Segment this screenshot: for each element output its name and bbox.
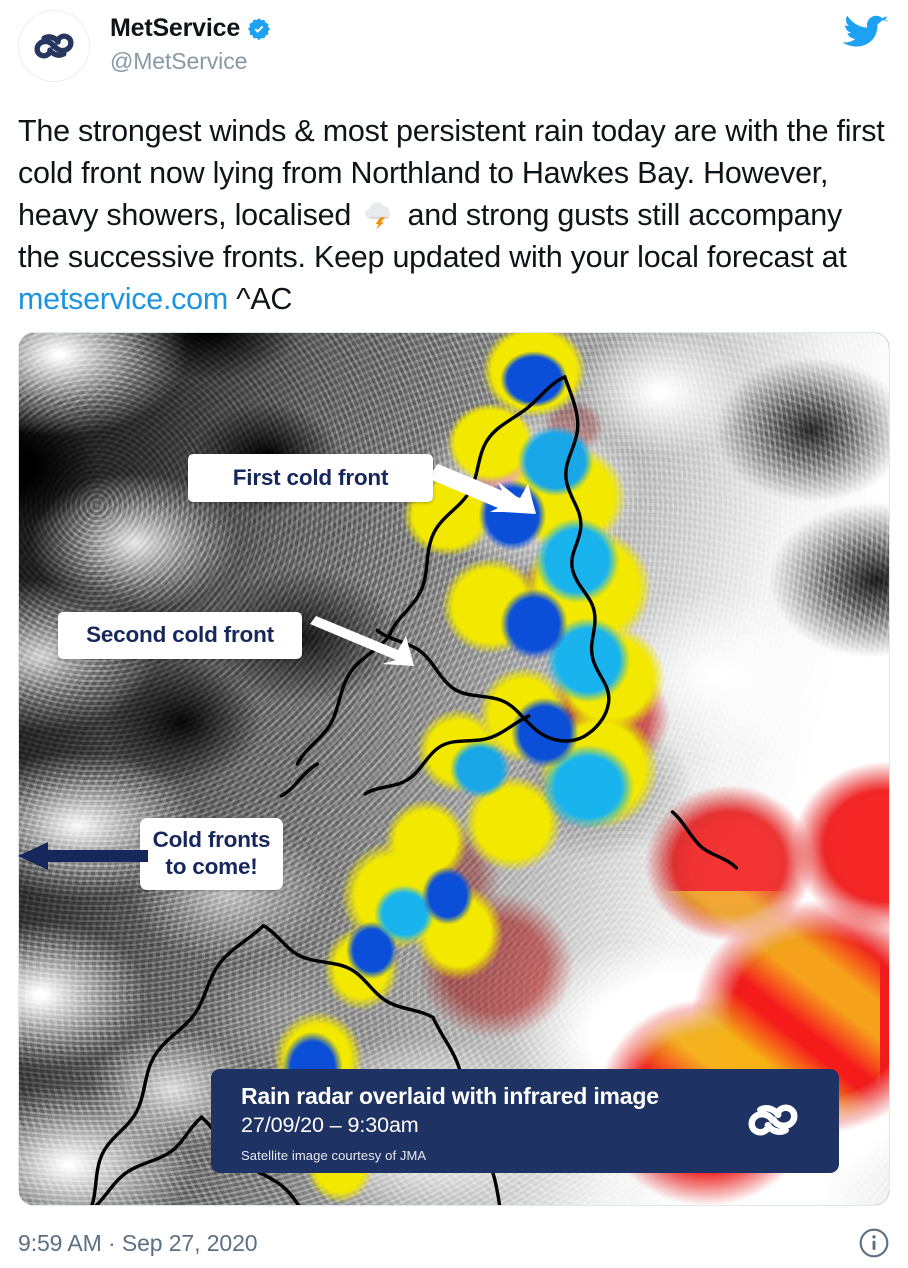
thunder-cloud-emoji-icon <box>362 197 396 231</box>
annotation-second-cold-front-label: Second cold front <box>86 622 274 648</box>
tweet-timestamp[interactable]: 9:59 AM · Sep 27, 2020 <box>18 1230 258 1257</box>
media-caption-text: Rain radar overlaid with infrared image … <box>241 1081 659 1163</box>
metservice-koru-logo-icon <box>34 33 74 59</box>
media-caption-title: Rain radar overlaid with infrared image <box>241 1083 659 1109</box>
tweet-text: The strongest winds & most persistent ra… <box>0 96 908 320</box>
avatar[interactable] <box>18 10 90 82</box>
tweet-card: MetService @MetService The strongest win… <box>0 0 908 1268</box>
media-caption-datetime: 27/09/20 – 9:30am <box>241 1113 419 1138</box>
annotation-arrow-second-cold-front <box>310 614 420 674</box>
annotation-arrow-first-cold-front <box>432 460 542 520</box>
annotation-first-cold-front-label: First cold front <box>232 464 389 490</box>
annotation-arrow-cold-fronts-to-come <box>18 836 148 876</box>
metservice-koru-logo-icon-caption <box>735 1081 817 1152</box>
name-row: MetService <box>110 16 271 41</box>
tweet-footer: 9:59 AM · Sep 27, 2020 <box>0 1218 908 1268</box>
display-name[interactable]: MetService <box>110 16 240 41</box>
tweet-link[interactable]: metservice.com <box>18 282 228 316</box>
annotation-cold-fronts-to-come: Cold fronts to come! <box>140 818 283 890</box>
tweet-text-part-3: ^AC <box>228 282 293 316</box>
twitter-bird-icon[interactable] <box>838 10 890 67</box>
media-caption-box: Rain radar overlaid with infrared image … <box>211 1069 839 1173</box>
annotation-cold-fronts-to-come-label-line2: to come! <box>165 854 258 879</box>
verified-badge-icon <box>247 17 271 41</box>
account-identity: MetService @MetService <box>110 10 271 73</box>
tweet-header: MetService @MetService <box>0 0 908 96</box>
info-circle-icon[interactable] <box>858 1227 890 1259</box>
annotation-first-cold-front: First cold front <box>188 454 433 502</box>
account-handle[interactable]: @MetService <box>110 50 271 73</box>
annotation-second-cold-front: Second cold front <box>58 612 302 659</box>
annotation-cold-fronts-to-come-label-line1: Cold fronts <box>152 827 271 853</box>
media-caption-credit: Satellite image courtesy of JMA <box>241 1148 427 1164</box>
